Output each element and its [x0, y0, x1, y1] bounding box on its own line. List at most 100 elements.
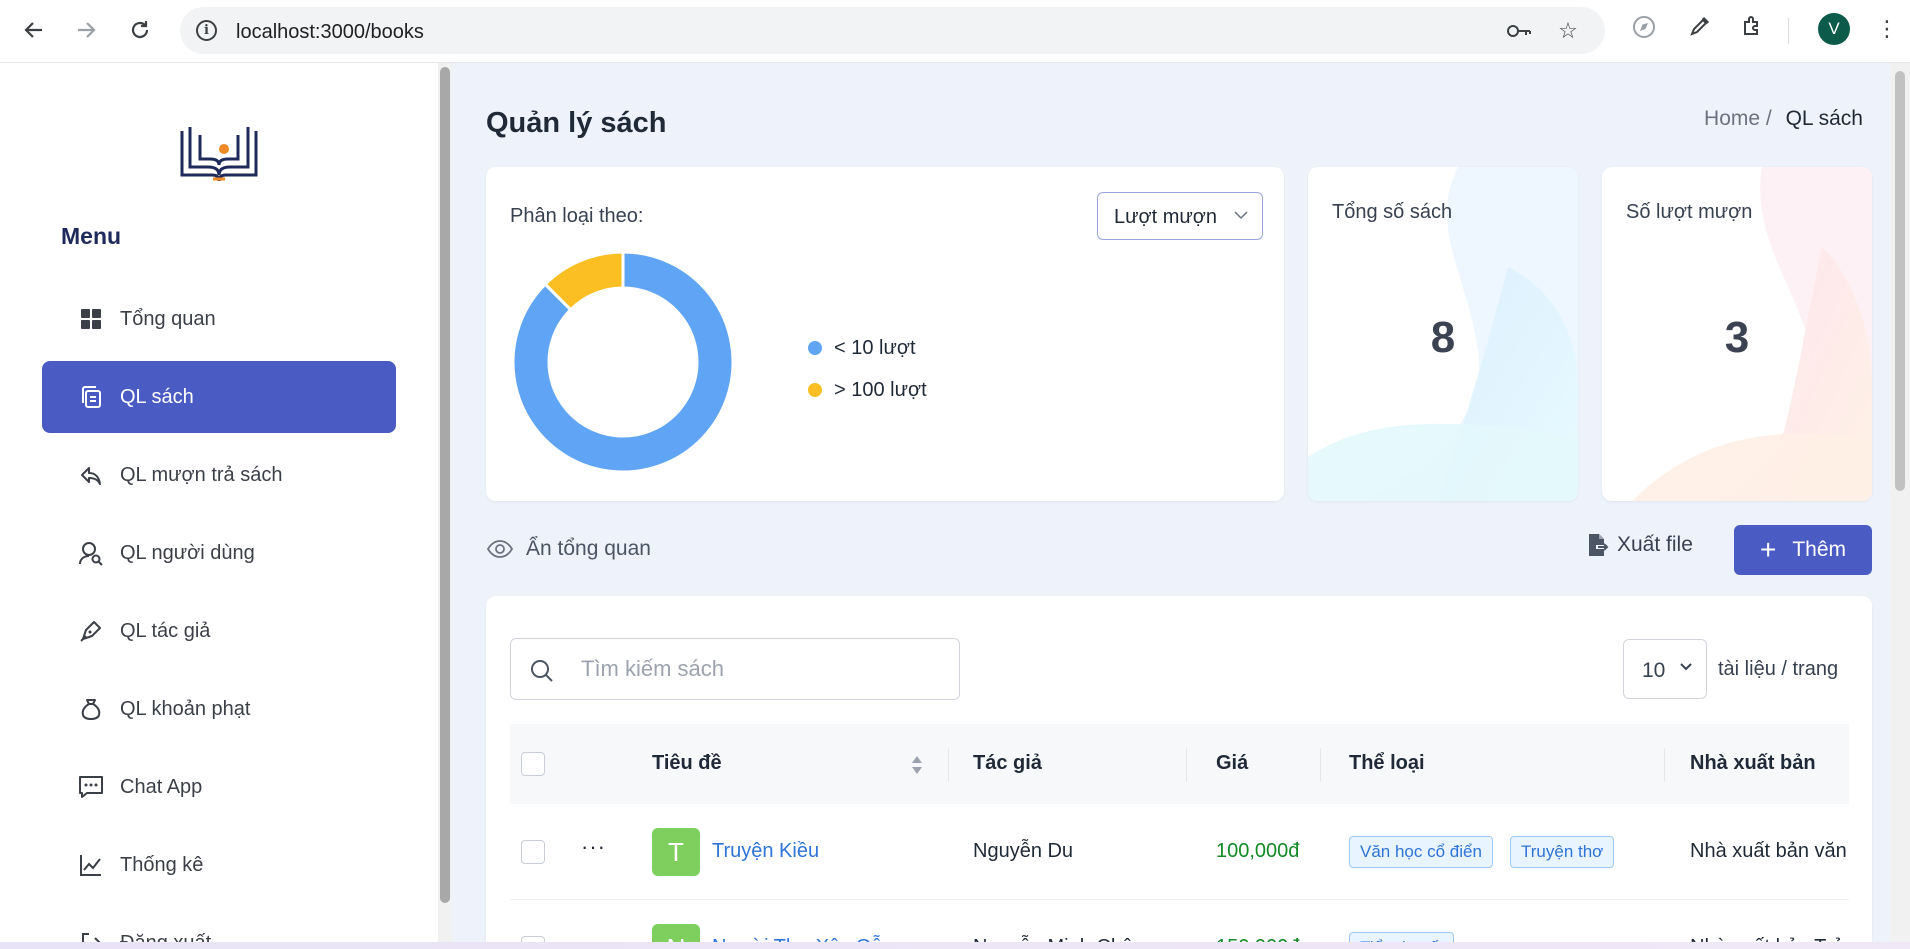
site-info-icon[interactable]: i [196, 20, 217, 41]
sidebar-item-label: Chat App [120, 775, 203, 798]
sidebar-item-borrow-return[interactable]: QL mượn trả sách [42, 439, 396, 511]
chart-legend: < 10 lượt > 100 lượt [808, 327, 927, 411]
sort-icon[interactable] [910, 754, 924, 776]
page-size-label: tài liệu / trang [1718, 658, 1839, 680]
eyedropper-icon[interactable] [1685, 14, 1715, 44]
sidebar-item-label: QL người dùng [120, 541, 255, 564]
book-publisher: Nhà xuất bản văn học [1690, 840, 1849, 862]
reload-icon[interactable] [122, 12, 158, 48]
extensions-icon[interactable] [1738, 14, 1768, 44]
borrow-count-value: 3 [1724, 313, 1750, 362]
page-size-value: 10 [1642, 659, 1666, 682]
search-input[interactable] [581, 651, 941, 687]
genre-tag: Văn học cổ điển [1349, 836, 1493, 868]
search-box[interactable] [510, 638, 960, 700]
plus-icon: + [1759, 534, 1777, 565]
book-author: Nguyễn Du [973, 840, 1074, 862]
sidebar-item-overview[interactable]: Tổng quan [42, 283, 396, 355]
borrow-count-label: Số lượt mượn [1626, 201, 1753, 223]
page-scrollbar[interactable] [1890, 63, 1910, 949]
page-title: Quản lý sách [486, 107, 667, 139]
eye-icon [486, 540, 514, 558]
export-file-button[interactable]: Xuất file [1587, 533, 1693, 557]
sidebar-item-fines[interactable]: QL khoản phạt [42, 673, 396, 745]
back-icon[interactable] [16, 12, 52, 48]
page-size-select[interactable]: 10 [1623, 639, 1707, 699]
sidebar-scrollbar[interactable] [438, 63, 452, 949]
sidebar-item-statistics[interactable]: Thống kê [42, 829, 396, 901]
books-table-card: 10 tài liệu / trang Tiêu đề Tác giả Giá … [486, 596, 1872, 949]
column-divider [1320, 748, 1321, 782]
column-header-price: Giá [1216, 752, 1249, 774]
sidebar-item-books[interactable]: QL sách [42, 361, 396, 433]
sidebar: Menu Tổng quan QL sách QL mượn trả sách … [0, 63, 438, 949]
breadcrumb-home[interactable]: Home / [1704, 107, 1772, 130]
row-checkbox[interactable] [521, 840, 545, 864]
address-bar[interactable]: i localhost:3000/books ☆ [180, 7, 1605, 54]
book-title-link[interactable]: Truyện Kiều [712, 840, 819, 863]
classify-label: Phân loại theo: [510, 205, 644, 227]
password-key-icon[interactable] [1506, 19, 1531, 43]
table-header: Tiêu đề Tác giả Giá Thể loại Nhà xuất bả… [510, 724, 1849, 804]
hide-overview-label: Ẩn tổng quan [526, 537, 651, 560]
sidebar-item-chat-app[interactable]: Chat App [42, 751, 396, 823]
column-header-title[interactable]: Tiêu đề [652, 752, 722, 775]
sidebar-item-authors[interactable]: QL tác giả [42, 595, 396, 667]
column-header-author: Tác giả [973, 752, 1042, 774]
row-actions-icon[interactable]: ··· [581, 834, 606, 860]
money-bag-icon [78, 696, 104, 722]
forward-icon[interactable] [68, 12, 104, 48]
select-all-checkbox[interactable] [521, 752, 545, 776]
line-chart-icon [78, 852, 104, 878]
copy-icon [78, 384, 104, 410]
menu-title: Menu [61, 223, 122, 249]
main-content: Quản lý sách Home / QL sách Phân loại th… [452, 63, 1890, 949]
chat-icon [78, 774, 104, 800]
legend-item[interactable]: > 100 lượt [808, 369, 927, 411]
chevron-down-icon [1234, 207, 1248, 223]
search-icon [531, 660, 553, 682]
breadcrumb: Home / QL sách [1704, 107, 1863, 131]
sidebar-item-label: QL khoản phạt [120, 697, 251, 720]
url-text: localhost:3000/books [236, 21, 424, 43]
chevron-down-icon [1679, 659, 1693, 675]
user-search-icon [78, 540, 104, 566]
sidebar-scrollbar-thumb[interactable] [440, 67, 450, 903]
column-divider [948, 748, 949, 782]
hide-overview-toggle[interactable]: Ẩn tổng quan [486, 537, 651, 561]
column-divider [1186, 748, 1187, 782]
breadcrumb-current: QL sách [1785, 107, 1863, 130]
legend-dot-icon [808, 341, 822, 355]
sidebar-item-users[interactable]: QL người dùng [42, 517, 396, 589]
kebab-menu-icon[interactable]: ⋮ [1872, 14, 1902, 44]
sidebar-item-label: QL sách [120, 385, 194, 408]
file-export-icon [1589, 534, 1609, 556]
table-row[interactable]: ··· T Truyện Kiều Nguyễn Du 100,000đ Văn… [510, 804, 1849, 900]
classify-select[interactable]: Lượt mượn [1097, 192, 1263, 240]
book-price: 100,000đ [1216, 840, 1300, 862]
total-books-label: Tổng số sách [1332, 201, 1453, 223]
pen-icon [78, 618, 104, 644]
profile-avatar[interactable]: V [1818, 13, 1850, 45]
bottom-edge-strip [0, 942, 1910, 949]
legend-item[interactable]: < 10 lượt [808, 327, 927, 369]
total-books-card: Tổng số sách 8 [1308, 167, 1578, 501]
legend-dot-icon [808, 383, 822, 397]
classification-chart-card: Phân loại theo: Lượt mượn < 10 lượt > 100… [486, 167, 1284, 501]
sidebar-item-label: Thống kê [120, 853, 204, 876]
page-scrollbar-thumb[interactable] [1895, 71, 1905, 491]
browser-toolbar: i localhost:3000/books ☆ V ⋮ [0, 0, 1910, 63]
compass-icon[interactable] [1629, 14, 1659, 44]
add-book-button[interactable]: + Thêm [1734, 525, 1872, 575]
total-books-value: 8 [1430, 313, 1456, 362]
column-divider [1664, 748, 1665, 782]
column-header-publisher: Nhà xuất bản [1690, 752, 1816, 774]
book-avatar: T [652, 828, 700, 876]
toolbar-divider [1788, 18, 1789, 44]
sidebar-item-label: QL tác giả [120, 619, 211, 642]
grid-icon [78, 306, 104, 332]
sidebar-item-label: QL mượn trả sách [120, 463, 283, 486]
borrow-count-card: Số lượt mượn 3 [1602, 167, 1872, 501]
book-logo-icon [180, 127, 258, 182]
bookmark-star-icon[interactable]: ☆ [1556, 19, 1580, 43]
